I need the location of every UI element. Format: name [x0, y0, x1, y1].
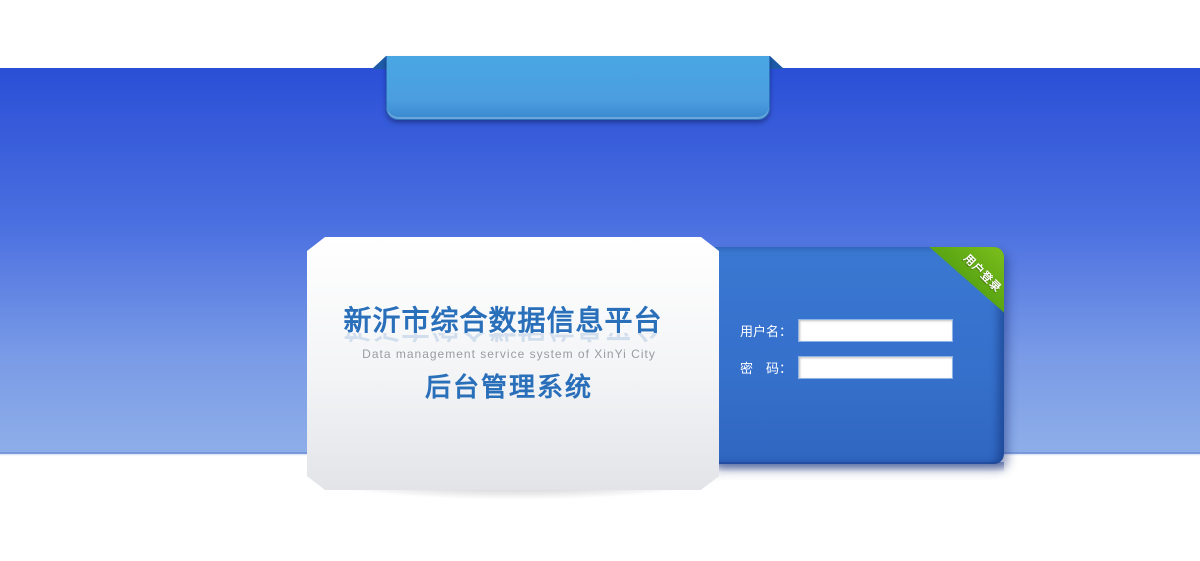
username-row: 用户名：: [740, 319, 953, 342]
login-badge: 用户登录: [922, 247, 1004, 319]
header-ribbon-tab: [386, 56, 770, 120]
password-row: 密 码：: [740, 356, 953, 379]
login-panel: 用户登录 用户名： 密 码：: [712, 247, 1004, 472]
password-input[interactable]: [798, 356, 953, 379]
platform-subtitle-en: Data management service system of XinYi …: [362, 347, 656, 361]
system-name: 后台管理系统: [424, 373, 593, 403]
title-card: 新沂市综合数据信息平台 新沂市综合数据信息平台 Data management …: [307, 237, 719, 490]
username-input[interactable]: [798, 319, 953, 342]
password-label: 密 码：: [740, 362, 793, 377]
ribbon-fold-left: [372, 56, 386, 69]
login-page: 用户登录 用户名： 密 码： 新沂市综合数据信息平台 新沂市综合数据信息平台 D…: [0, 0, 1200, 561]
username-label: 用户名：: [740, 325, 793, 340]
ribbon-fold-right: [770, 56, 784, 69]
